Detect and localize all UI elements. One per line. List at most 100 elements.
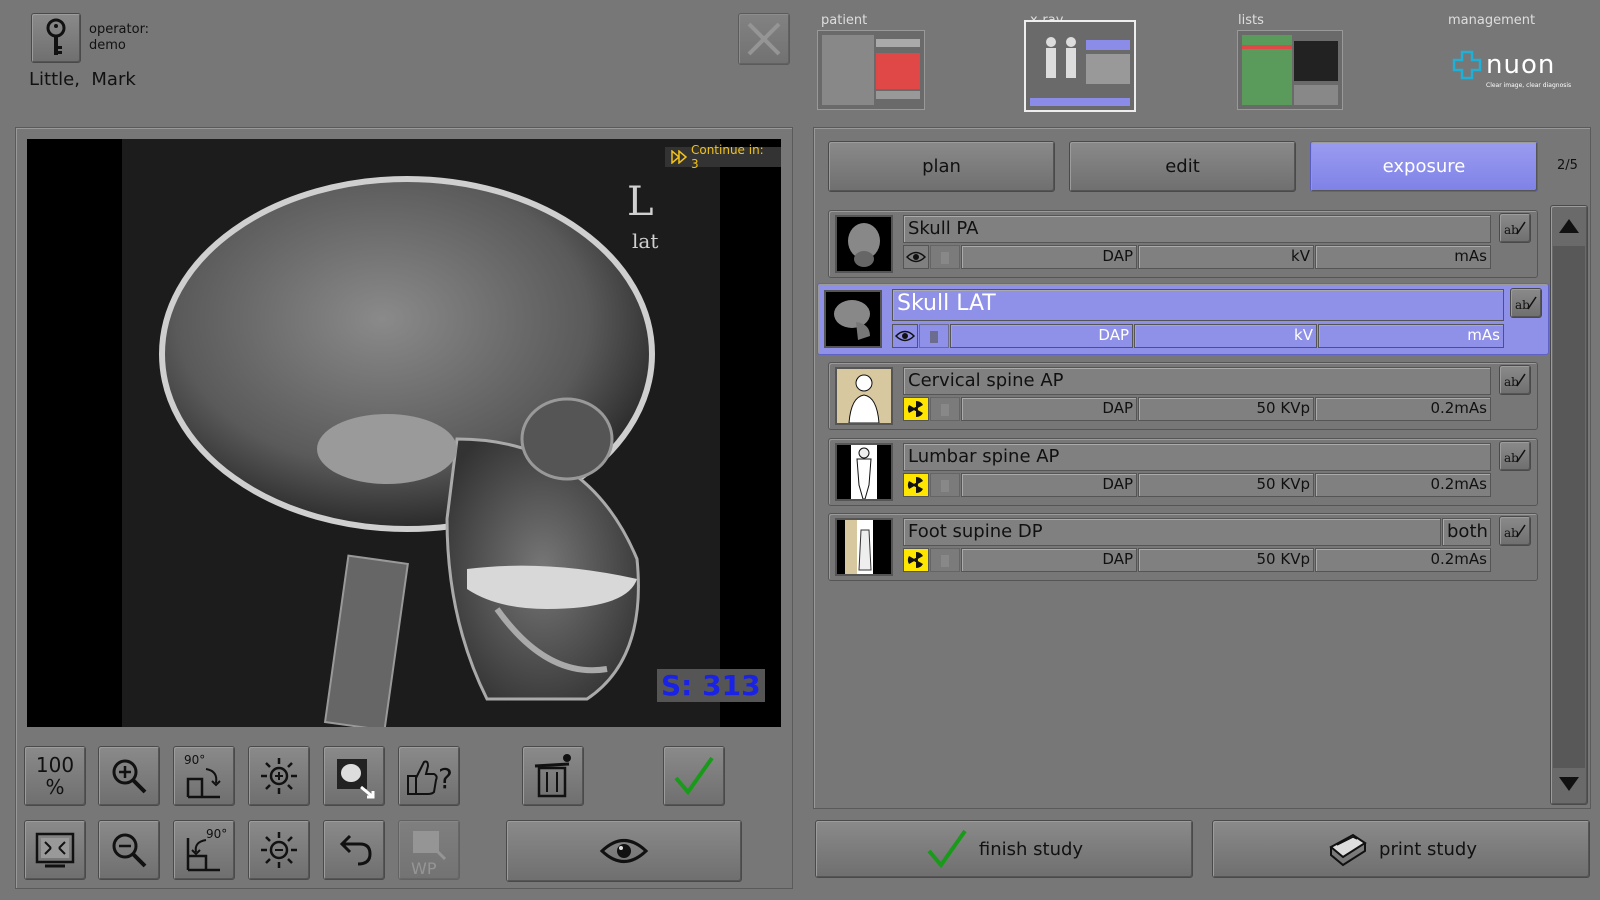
cancel-button[interactable]: [738, 13, 790, 65]
exam-name[interactable]: Cervical spine AP: [903, 367, 1491, 395]
undo-icon: [339, 834, 372, 866]
tab-exposure[interactable]: exposure: [1310, 141, 1538, 192]
svg-text:ab: ab: [1504, 223, 1519, 237]
trash-small-icon[interactable]: [930, 397, 960, 421]
wp-label: WP: [411, 859, 437, 878]
exam-name[interactable]: Lumbar spine AP: [903, 443, 1491, 471]
brightness-up-button[interactable]: [248, 746, 310, 806]
wp-button[interactable]: WP: [398, 820, 460, 880]
view-image-icon[interactable]: [892, 324, 918, 348]
zoom-out-icon: [112, 833, 147, 868]
radiation-icon: [903, 397, 929, 421]
finish-study-button[interactable]: finish study: [815, 820, 1193, 878]
skull-pa-thumbnail: [848, 223, 880, 267]
skull-export-icon: [337, 759, 375, 799]
edit-exam-button[interactable]: ab: [1499, 365, 1531, 395]
wp-icon: [413, 831, 447, 861]
zoom-100-button[interactable]: 100 %: [24, 746, 86, 806]
nav-tab-management[interactable]: nuon Clear image, clear diagnosis: [1450, 46, 1580, 96]
side-marker-letter: L: [627, 179, 654, 225]
s-value-indicator: S: 313: [657, 669, 765, 702]
exam-list-scrollbar[interactable]: [1550, 205, 1588, 805]
close-icon: [747, 22, 781, 56]
exam-name[interactable]: Skull LAT: [892, 289, 1504, 321]
trash-bin-icon: [534, 754, 571, 798]
scroll-down-button[interactable]: [1553, 766, 1585, 802]
fit-to-screen-icon: [35, 832, 75, 868]
kv-field: kV: [1138, 245, 1314, 269]
exam-row-cervical-spine-ap[interactable]: Cervical spine AP DAP 50 KVp 0.2mAs ab: [828, 362, 1538, 430]
operator-key-button[interactable]: [31, 13, 81, 63]
edit-exam-button[interactable]: ab: [1510, 288, 1542, 318]
signature-pen-icon: ab: [1504, 449, 1526, 465]
scroll-track[interactable]: [1553, 246, 1585, 768]
svg-text:ab: ab: [1504, 375, 1519, 389]
help-button[interactable]: ?: [398, 746, 460, 806]
mas-field: 0.2mAs: [1315, 548, 1491, 572]
continue-countdown[interactable]: Continue in: 3: [665, 143, 781, 171]
key-icon: [46, 18, 66, 55]
accept-image-button[interactable]: [663, 746, 725, 806]
exam-name[interactable]: Foot supine DP: [903, 518, 1441, 546]
rotate-ccw-button[interactable]: 90°: [173, 820, 235, 880]
image-export-button[interactable]: [323, 746, 385, 806]
nav-tab-lists[interactable]: [1237, 30, 1343, 110]
print-study-button[interactable]: print study: [1212, 820, 1590, 878]
nav-tab-xray[interactable]: [1024, 20, 1136, 112]
scroll-up-button[interactable]: [1553, 208, 1585, 244]
radiation-icon: [903, 548, 929, 572]
edit-exam-button[interactable]: ab: [1499, 441, 1531, 471]
side-marker-text: lat: [632, 229, 659, 253]
rotate-cw-button[interactable]: 90°: [173, 746, 235, 806]
exam-thumbnail: [835, 518, 893, 576]
skull-xray-image: [122, 139, 720, 727]
finish-study-label: finish study: [978, 838, 1084, 860]
kv-field: 50 KVp: [1138, 473, 1314, 497]
svg-text:ab: ab: [1515, 298, 1530, 312]
patient-screen-preview: [822, 35, 920, 105]
trash-small-icon[interactable]: [919, 324, 949, 348]
nav-tab-patient[interactable]: [817, 30, 925, 110]
edit-exam-button[interactable]: ab: [1499, 213, 1531, 243]
trash-small-icon[interactable]: [930, 473, 960, 497]
xray-viewer[interactable]: Continue in: 3 L lat S: 313: [27, 139, 781, 727]
fit-screen-button[interactable]: [24, 820, 86, 880]
delete-image-button[interactable]: [522, 746, 584, 806]
exam-row-skull-pa[interactable]: Skull PA DAP kV mAs ab: [828, 210, 1538, 278]
trash-small-icon[interactable]: [930, 245, 960, 269]
thumbs-up-question-icon: ?: [407, 760, 453, 795]
preview-button[interactable]: [506, 820, 742, 882]
zoom-out-button[interactable]: [98, 820, 160, 880]
signature-pen-icon: ab: [1504, 524, 1526, 540]
operator-name: demo: [89, 38, 126, 53]
eye-icon: [599, 839, 649, 863]
exam-row-skull-lat[interactable]: Skull LAT DAP kV mAs ab: [817, 283, 1549, 355]
print-study-label: print study: [1379, 838, 1477, 860]
exam-name[interactable]: Skull PA: [903, 215, 1491, 243]
dap-field: DAP: [961, 548, 1137, 572]
exam-row-lumbar-spine-ap[interactable]: Lumbar spine AP DAP 50 KVp 0.2mAs ab: [828, 438, 1538, 506]
dap-field: DAP: [950, 324, 1133, 348]
tab-plan[interactable]: plan: [828, 141, 1055, 192]
nav-label-management: management: [1448, 13, 1536, 28]
radiation-icon: [903, 473, 929, 497]
brightness-down-button[interactable]: [248, 820, 310, 880]
dap-field: DAP: [961, 245, 1137, 269]
mas-field: mAs: [1318, 324, 1504, 348]
cervical-spine-thumbnail: [848, 374, 880, 423]
svg-text:ab: ab: [1504, 526, 1519, 540]
trash-small-icon[interactable]: [930, 548, 960, 572]
mas-field: 0.2mAs: [1315, 473, 1491, 497]
undo-button[interactable]: [323, 820, 385, 880]
dap-field: DAP: [961, 397, 1137, 421]
xray-screen-preview: [1030, 37, 1130, 106]
lumbar-spine-thumbnail: [851, 445, 877, 499]
zoom-in-icon: [112, 759, 147, 794]
view-image-icon[interactable]: [903, 245, 929, 269]
tab-edit[interactable]: edit: [1069, 141, 1296, 192]
side-field[interactable]: both: [1442, 518, 1491, 546]
kv-field: 50 KVp: [1138, 548, 1314, 572]
exam-row-foot-supine-dp[interactable]: Foot supine DP both DAP 50 KVp 0.2mAs ab: [828, 513, 1538, 581]
zoom-in-button[interactable]: [98, 746, 160, 806]
edit-exam-button[interactable]: ab: [1499, 516, 1531, 546]
